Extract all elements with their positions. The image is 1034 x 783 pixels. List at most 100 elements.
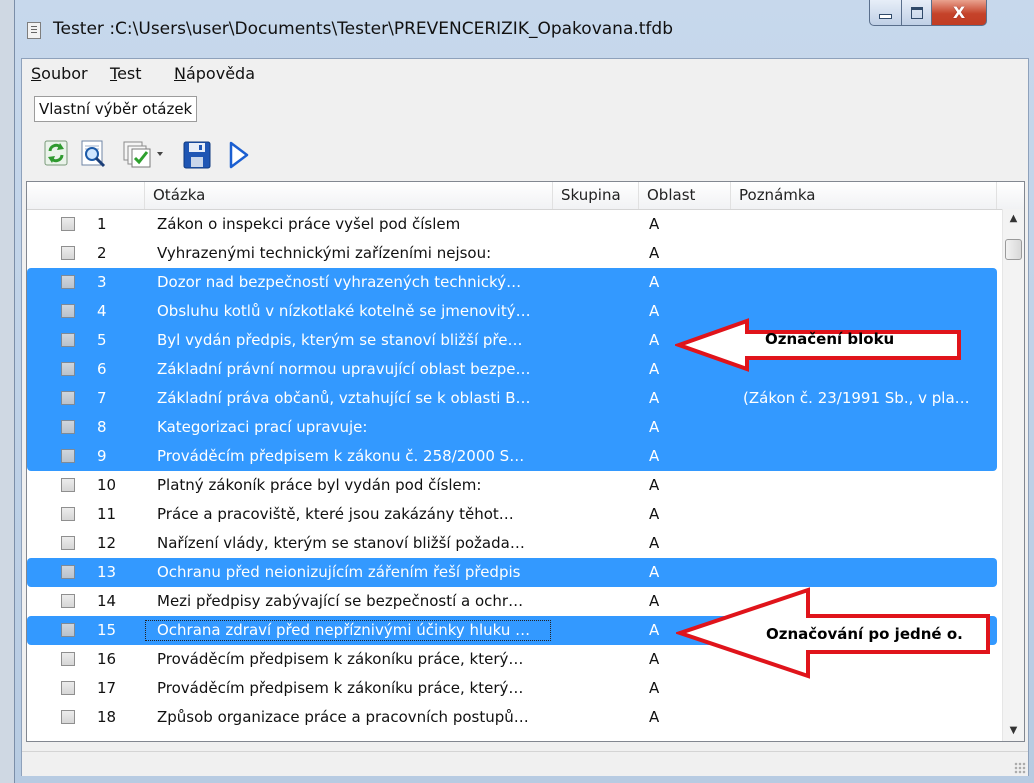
question-selection-field[interactable]: Vlastní výběr otázek — [34, 96, 198, 122]
row-area: A — [649, 360, 660, 378]
row-number: 7 — [97, 389, 107, 407]
table-row[interactable]: 3 Dozor nad bezpečností vyhrazených techn… — [27, 268, 997, 297]
scroll-down-icon[interactable]: ▼ — [1003, 721, 1024, 741]
row-question: Způsob organizace práce a pracovních pos… — [157, 708, 529, 726]
table-row[interactable]: 10 Platný zákoník práce byl vydán pod čís… — [27, 471, 997, 500]
row-area: A — [649, 244, 660, 262]
table-row[interactable]: 7 Základní práva občanů, vztahující se k … — [27, 384, 997, 413]
scroll-up-icon[interactable]: ▲ — [1003, 209, 1024, 229]
vertical-scrollbar[interactable]: ▲ ▼ — [1002, 209, 1024, 741]
row-question: Prováděcím předpisem k zákonu č. 258/200… — [157, 447, 525, 465]
row-number: 14 — [97, 592, 117, 610]
scroll-thumb[interactable] — [1005, 239, 1022, 260]
row-area: A — [649, 708, 660, 726]
focus-rectangle — [145, 620, 551, 641]
table-row[interactable]: 18 Způsob organizace práce a pracovních p… — [27, 703, 997, 732]
app-icon — [27, 22, 41, 39]
row-area: A — [649, 215, 660, 233]
title-bar: Tester :C:\Users\user\Documents\Tester\P… — [15, 0, 1034, 58]
row-question: Kategorizaci prací upravuje: — [157, 418, 368, 436]
resize-grip-icon[interactable] — [1014, 762, 1026, 774]
row-checkbox[interactable] — [61, 594, 75, 608]
row-area: A — [649, 302, 660, 320]
row-area: A — [649, 273, 660, 291]
table-row[interactable]: 12 Nařízení vlády, kterým se stanoví bliž… — [27, 529, 997, 558]
table-row[interactable]: 8 Kategorizaci prací upravuje: A — [27, 413, 997, 442]
toolbar — [32, 134, 432, 170]
header-checkbox-column — [27, 182, 145, 209]
row-checkbox[interactable] — [61, 623, 75, 637]
table-row[interactable]: 1 Zákon o inspekci práce vyšel pod číslem… — [27, 210, 997, 239]
callout-single-label: Označování po jedné o. — [766, 625, 963, 643]
maximize-icon — [910, 6, 923, 19]
row-checkbox[interactable] — [61, 565, 75, 579]
table-row[interactable]: 13 Ochranu před neionizujícím zářením řeš… — [27, 558, 997, 587]
row-checkbox[interactable] — [61, 449, 75, 463]
refresh-icon[interactable] — [44, 140, 68, 166]
row-area: A — [649, 679, 660, 697]
close-icon: X — [952, 3, 966, 22]
table-row[interactable]: 2 Vyhrazenými technickými zařízeními nejs… — [27, 239, 997, 268]
row-area: A — [649, 389, 660, 407]
row-question: Dozor nad bezpečností vyhrazených techni… — [157, 273, 522, 291]
row-checkbox[interactable] — [61, 391, 75, 405]
table-row[interactable]: 9 Prováděcím předpisem k zákonu č. 258/20… — [27, 442, 997, 471]
row-checkbox[interactable] — [61, 362, 75, 376]
menu-soubor[interactable]: Soubor — [31, 64, 88, 83]
row-question: Obsluhu kotlů v nízkotlaké kotelně se jm… — [157, 302, 531, 320]
row-question: Základní práva občanů, vztahující se k o… — [157, 389, 531, 407]
row-checkbox[interactable] — [61, 217, 75, 231]
save-icon[interactable] — [182, 140, 212, 170]
row-number: 3 — [97, 273, 107, 291]
status-bar — [22, 751, 1028, 776]
row-area: A — [649, 621, 660, 639]
row-number: 2 — [97, 244, 107, 262]
menu-test[interactable]: Test — [110, 64, 142, 83]
maximize-button[interactable] — [901, 0, 932, 26]
row-number: 8 — [97, 418, 107, 436]
row-number: 17 — [97, 679, 117, 697]
row-note: (Zákon č. 23/1991 Sb., v pla… — [743, 389, 970, 407]
window-title: Tester :C:\Users\user\Documents\Tester\P… — [53, 19, 674, 39]
row-checkbox[interactable] — [61, 507, 75, 521]
table-row[interactable]: 11 Práce a pracoviště, které jsou zakázán… — [27, 500, 997, 529]
row-checkbox[interactable] — [61, 333, 75, 347]
row-area: A — [649, 650, 660, 668]
row-area: A — [649, 476, 660, 494]
row-checkbox[interactable] — [61, 304, 75, 318]
row-area: A — [649, 563, 660, 581]
row-question: Mezi předpisy zabývající se bezpečností … — [157, 592, 524, 610]
row-number: 16 — [97, 650, 117, 668]
menu-napoveda[interactable]: Nápověda — [174, 64, 255, 83]
header-oblast[interactable]: Oblast — [639, 182, 731, 209]
row-number: 18 — [97, 708, 117, 726]
minimize-button[interactable] — [869, 0, 902, 26]
row-area: A — [649, 592, 660, 610]
row-checkbox[interactable] — [61, 275, 75, 289]
row-checkbox[interactable] — [61, 478, 75, 492]
header-poznamka[interactable]: Poznámka — [731, 182, 997, 209]
row-checkbox[interactable] — [61, 652, 75, 666]
header-skupina[interactable]: Skupina — [553, 182, 639, 209]
preview-icon[interactable] — [80, 140, 108, 168]
row-question: Práce a pracoviště, které jsou zakázány … — [157, 505, 514, 523]
row-checkbox[interactable] — [61, 681, 75, 695]
run-icon[interactable] — [228, 140, 250, 170]
table-header: Otázka Skupina Oblast Poznámka — [27, 182, 1024, 210]
row-number: 13 — [97, 563, 117, 581]
row-checkbox[interactable] — [61, 536, 75, 550]
row-question: Základní právní normou upravující oblast… — [157, 360, 531, 378]
row-area: A — [649, 418, 660, 436]
row-number: 5 — [97, 331, 107, 349]
row-checkbox[interactable] — [61, 246, 75, 260]
header-otazka[interactable]: Otázka — [145, 182, 553, 209]
row-area: A — [649, 331, 660, 349]
row-question: Ochranu před neionizujícím zářením řeší … — [157, 563, 521, 581]
row-area: A — [649, 534, 660, 552]
row-question: Vyhrazenými technickými zařízeními nejso… — [157, 244, 492, 262]
checklist-dropdown-icon[interactable] — [122, 140, 166, 168]
row-question: Nařízení vlády, kterým se stanoví bližší… — [157, 534, 525, 552]
close-button[interactable]: X — [931, 0, 987, 26]
row-checkbox[interactable] — [61, 420, 75, 434]
row-checkbox[interactable] — [61, 710, 75, 724]
